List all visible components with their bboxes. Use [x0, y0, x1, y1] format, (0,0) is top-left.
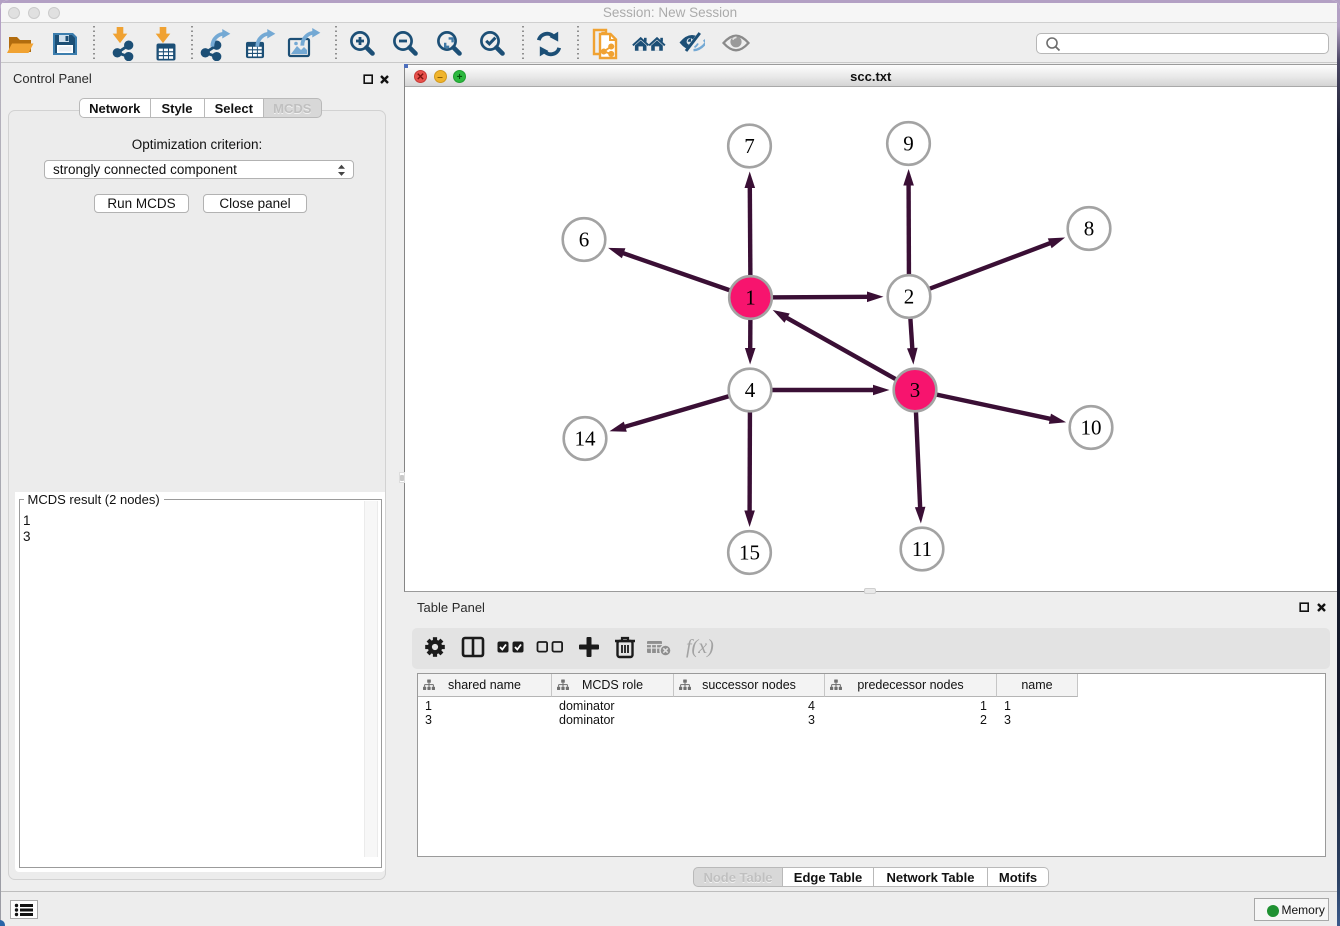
svg-text:10: 10	[1081, 416, 1102, 440]
svg-text:3: 3	[910, 378, 921, 402]
svg-text:14: 14	[575, 427, 597, 451]
svg-text:6: 6	[579, 228, 590, 252]
svg-text:7: 7	[744, 134, 755, 158]
svg-text:8: 8	[1084, 217, 1095, 241]
svg-text:2: 2	[904, 285, 915, 309]
svg-text:4: 4	[745, 378, 756, 402]
svg-text:9: 9	[903, 132, 914, 156]
svg-text:15: 15	[739, 541, 760, 565]
svg-text:1: 1	[745, 286, 756, 310]
svg-text:11: 11	[912, 537, 932, 561]
